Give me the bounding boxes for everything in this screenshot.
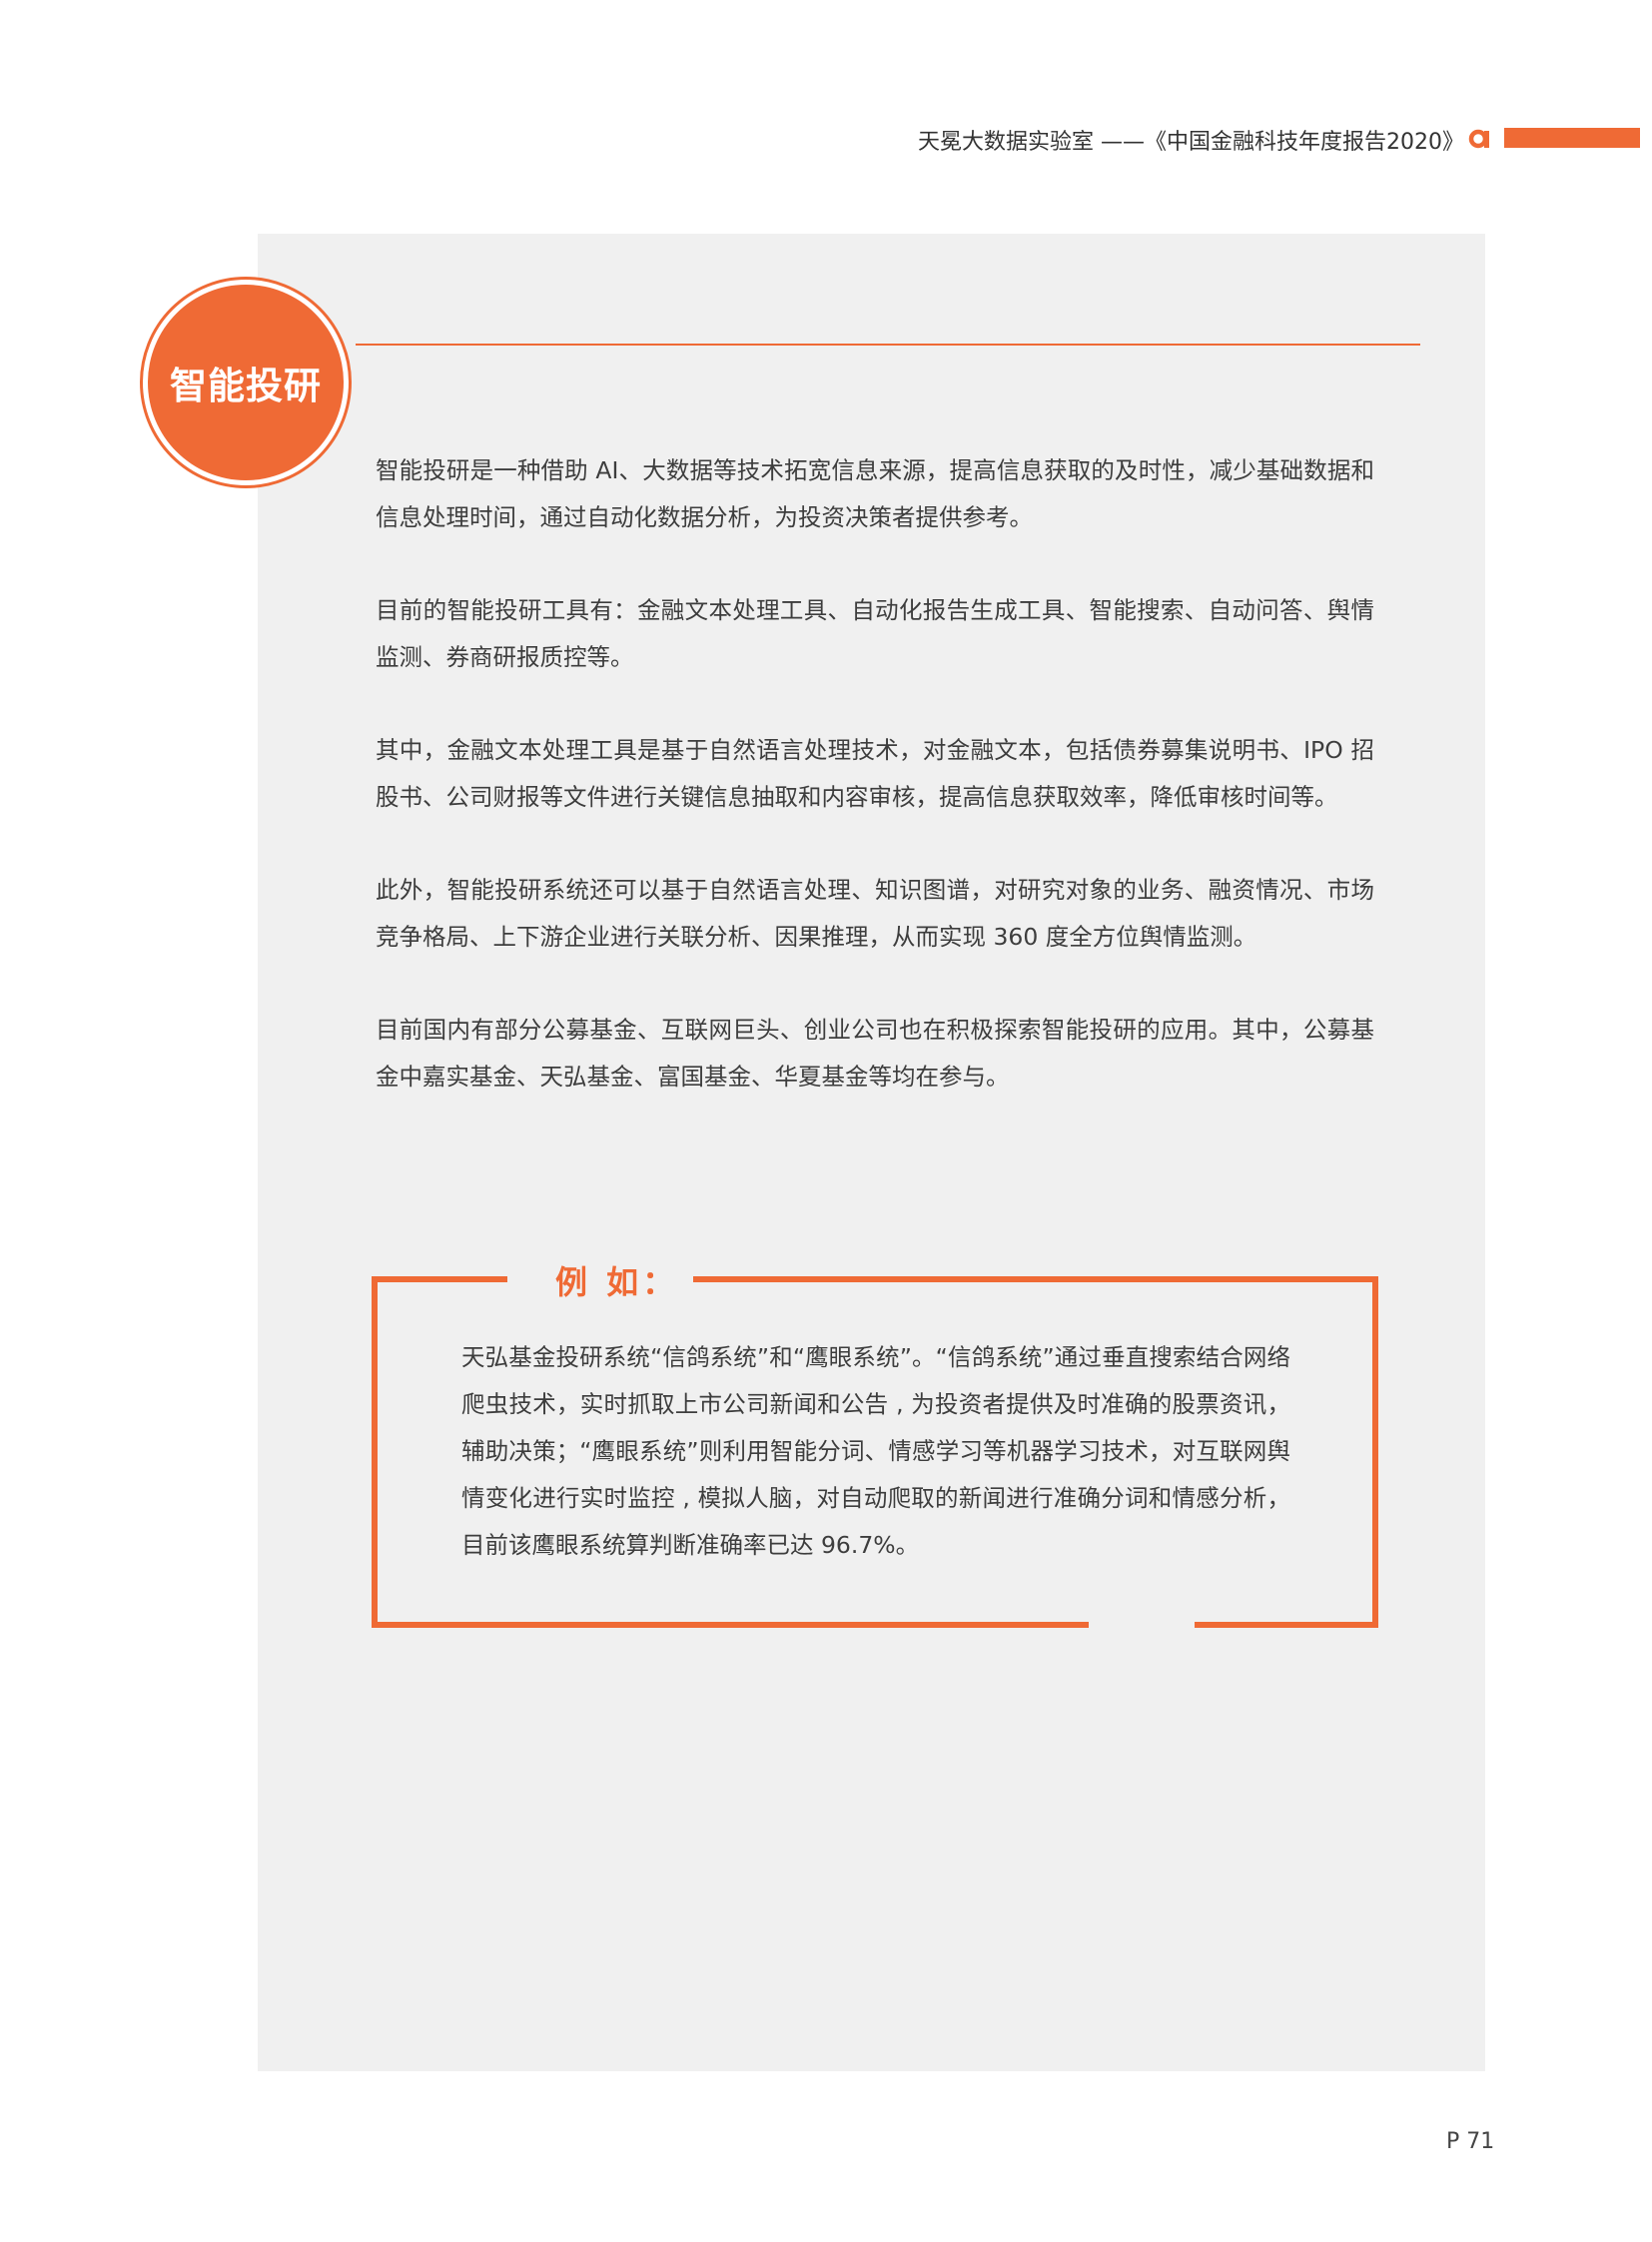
brand-a-icon xyxy=(1468,129,1489,149)
example-border-bottom-right xyxy=(1195,1622,1378,1628)
section-title: 智能投研 xyxy=(170,365,322,407)
header-accent-bar xyxy=(1504,128,1640,148)
paragraph: 此外，智能投研系统还可以基于自然语言处理、知识图谱，对研究对象的业务、融资情况、… xyxy=(376,876,1374,951)
example-label: 例 如： xyxy=(555,1263,679,1301)
example-text: 天弘基金投研系统“信鸽系统”和“鹰眼系统”。“信鸽系统”通过垂直搜索结合网络爬虫… xyxy=(461,1343,1290,1559)
paragraph: 智能投研是一种借助 AI、大数据等技术拓宽信息来源，提高信息获取的及时性，减少基… xyxy=(376,456,1374,531)
section-title-badge: 智能投研 xyxy=(148,285,344,480)
example-border-top-left xyxy=(372,1276,507,1282)
example-border-bottom-left xyxy=(372,1622,1089,1628)
paragraph: 目前国内有部分公募基金、互联网巨头、创业公司也在积极探索智能投研的应用。其中，公… xyxy=(376,1016,1374,1091)
header-title: 天冕大数据实验室 ——《中国金融科技年度报告2020》 xyxy=(918,130,1464,155)
example-border-left xyxy=(372,1276,378,1628)
paragraph: 其中，金融文本处理工具是基于自然语言处理技术，对金融文本，包括债券募集说明书、I… xyxy=(376,736,1374,811)
page-number: P 71 xyxy=(1446,2129,1495,2154)
paragraph: 目前的智能投研工具有：金融文本处理工具、自动化报告生成工具、智能搜索、自动问答、… xyxy=(376,596,1374,671)
example-border-right xyxy=(1372,1276,1378,1628)
article-body: 智能投研是一种借助 AI、大数据等技术拓宽信息来源，提高信息获取的及时性，减少基… xyxy=(376,447,1374,1146)
example-box: 例 如： 天弘基金投研系统“信鸽系统”和“鹰眼系统”。“信鸽系统”通过垂直搜索结… xyxy=(372,1263,1378,1628)
section-title-rule xyxy=(356,344,1420,346)
example-border-top-right xyxy=(693,1276,1378,1282)
